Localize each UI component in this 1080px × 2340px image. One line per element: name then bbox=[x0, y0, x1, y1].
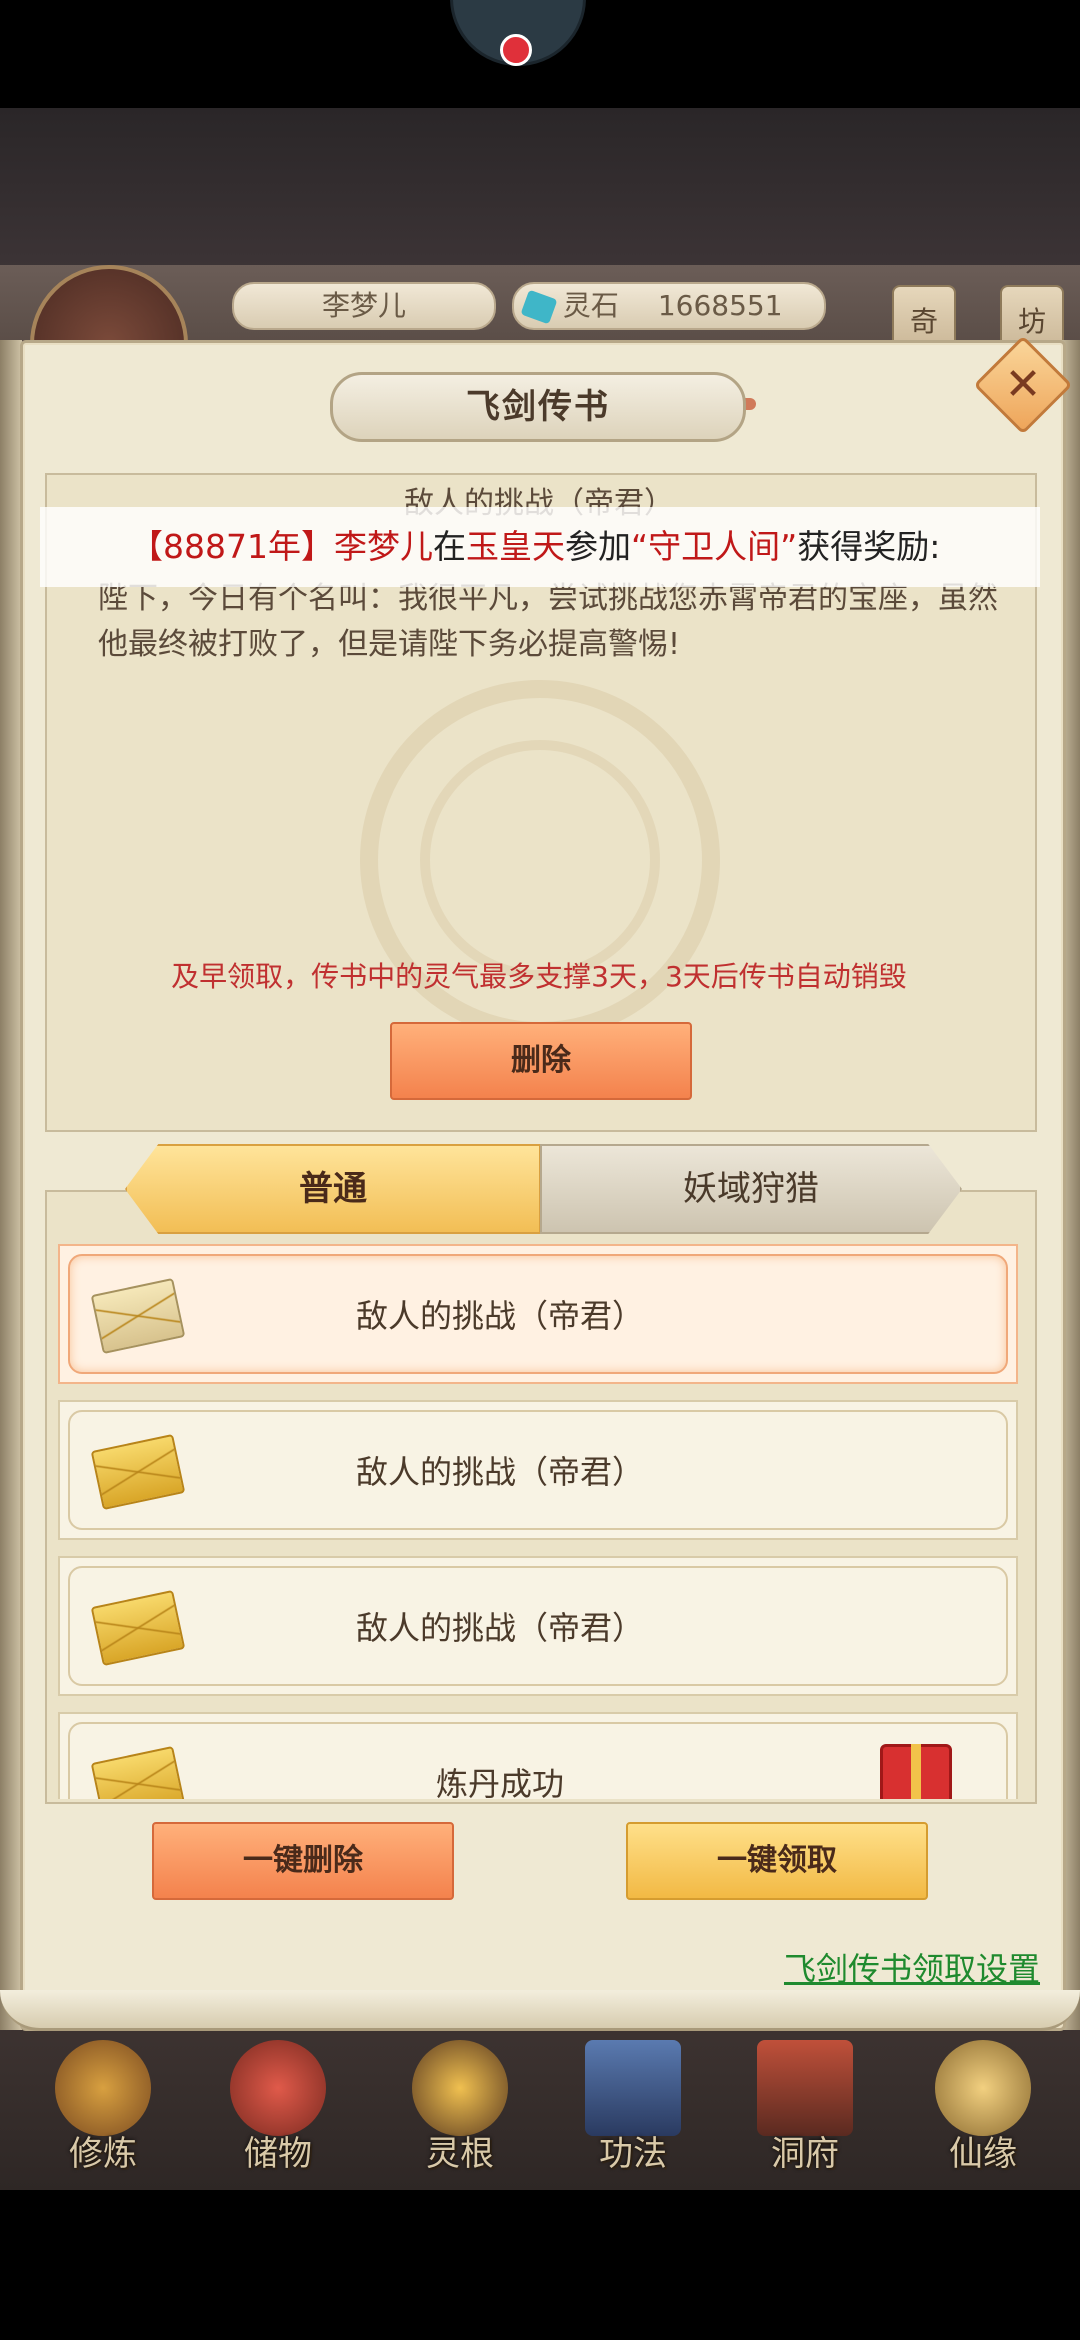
storage-bag-icon bbox=[230, 2040, 326, 2136]
nav-storage[interactable]: 储物 bbox=[213, 2040, 343, 2180]
mail-item[interactable]: 敌人的挑战（帝君） bbox=[58, 1244, 1018, 1384]
spirit-stone-icon bbox=[520, 289, 558, 325]
broadcast-player: 李梦儿 bbox=[333, 527, 433, 566]
expiry-warning: 及早领取，传书中的灵气最多支撑3天，3天后传书自动销毁 bbox=[171, 960, 907, 993]
nav-spirit-root[interactable]: 灵根 bbox=[395, 2040, 525, 2180]
close-icon[interactable]: ✕ bbox=[988, 350, 1058, 420]
nav-label: 功法 bbox=[599, 2134, 667, 2174]
broadcast-connector: 在 bbox=[432, 527, 466, 566]
nav-label: 修炼 bbox=[69, 2134, 137, 2174]
mail-item[interactable]: 敌人的挑战（帝君） bbox=[58, 1400, 1018, 1540]
broadcast-action: 参加 bbox=[564, 527, 631, 566]
nav-fate[interactable]: 仙缘 bbox=[918, 2040, 1048, 2180]
scroll-left-edge bbox=[0, 340, 22, 2030]
fate-gourd-icon bbox=[935, 2040, 1031, 2136]
broadcast-event: “守卫人间” bbox=[630, 527, 798, 566]
cultivate-icon bbox=[55, 2040, 151, 2136]
claim-settings-link[interactable]: 飞剑传书领取设置 bbox=[700, 1944, 1040, 1990]
spirit-root-icon bbox=[412, 2040, 508, 2136]
mail-list[interactable]: 敌人的挑战（帝君） 敌人的挑战（帝君） 敌人的挑战（帝君） 炼丹成功 bbox=[58, 1244, 1022, 1799]
broadcast-year: 【88871年】 bbox=[130, 527, 334, 566]
letter-body: 陛下，今日有个名叫：我很平凡，尝试挑战您赤霄帝君的宝座，虽然他最终被打败了，但是… bbox=[98, 581, 998, 662]
technique-book-icon bbox=[585, 2040, 681, 2136]
record-dot-icon bbox=[500, 34, 532, 66]
system-nav-area bbox=[0, 2190, 1080, 2340]
mail-title: 敌人的挑战（帝君） bbox=[355, 1297, 644, 1335]
tab-normal[interactable]: 普通 bbox=[125, 1144, 541, 1234]
nav-technique[interactable]: 功法 bbox=[568, 2040, 698, 2180]
broadcast-text: 【88871年】李梦儿在玉皇天参加“守卫人间”获得奖励: bbox=[130, 520, 1050, 568]
mail-item[interactable]: 敌人的挑战（帝君） bbox=[58, 1556, 1018, 1696]
cave-house-icon bbox=[757, 2040, 853, 2136]
currency-label: 灵石 bbox=[562, 289, 619, 322]
gift-icon bbox=[880, 1744, 952, 1799]
delete-button[interactable]: 删除 bbox=[390, 1022, 692, 1100]
mail-title: 敌人的挑战（帝君） bbox=[355, 1453, 644, 1491]
panel-title: 飞剑传书 bbox=[330, 372, 746, 442]
nav-label: 洞府 bbox=[771, 2134, 839, 2174]
tab-demon-hunt[interactable]: 妖域狩猎 bbox=[540, 1144, 962, 1234]
nav-cave[interactable]: 洞府 bbox=[740, 2040, 870, 2180]
currency-value: 1668551 bbox=[657, 289, 783, 322]
mail-item[interactable]: 炼丹成功 bbox=[58, 1712, 1018, 1799]
player-name: 李梦儿 bbox=[232, 282, 496, 330]
cloud-seal-inner bbox=[420, 740, 660, 980]
mail-title: 敌人的挑战（帝君） bbox=[355, 1609, 644, 1647]
nav-cultivate[interactable]: 修炼 bbox=[38, 2040, 168, 2180]
nav-label: 仙缘 bbox=[949, 2134, 1017, 2174]
nav-label: 储物 bbox=[244, 2134, 312, 2174]
broadcast-suffix: 获得奖励: bbox=[797, 527, 941, 566]
nav-label: 灵根 bbox=[426, 2134, 494, 2174]
currency-display: 灵石 1668551 bbox=[512, 282, 826, 330]
mail-title: 炼丹成功 bbox=[435, 1765, 564, 1799]
scroll-bottom-roll bbox=[0, 1990, 1080, 2031]
delete-all-button[interactable]: 一键删除 bbox=[152, 1822, 454, 1900]
broadcast-place: 玉皇天 bbox=[465, 527, 565, 566]
claim-all-button[interactable]: 一键领取 bbox=[626, 1822, 928, 1900]
